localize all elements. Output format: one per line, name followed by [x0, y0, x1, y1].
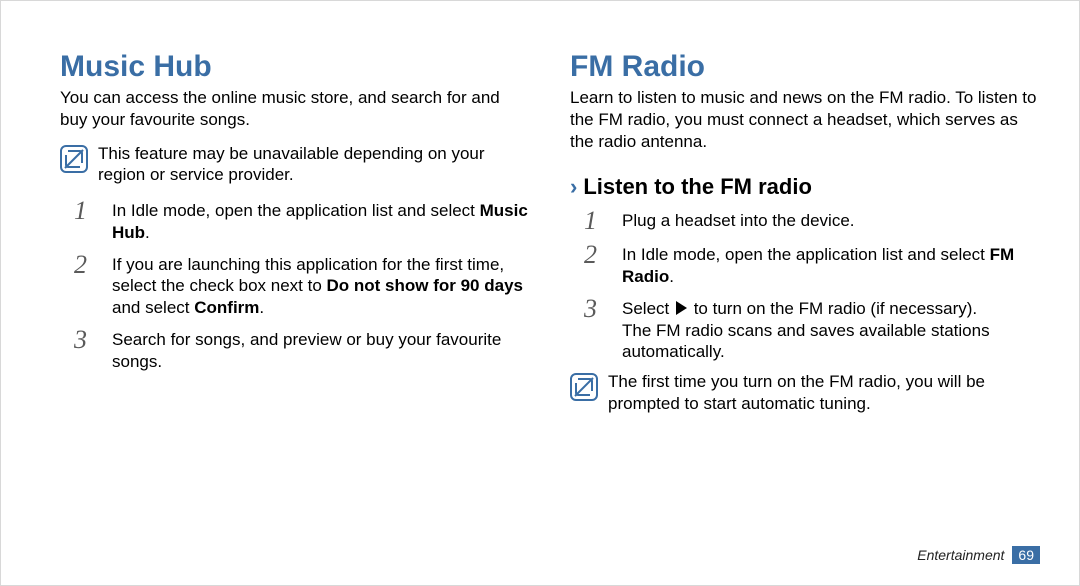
fm-radio-title: FM Radio	[570, 50, 1040, 83]
note-icon	[570, 373, 598, 401]
text: .	[669, 267, 674, 286]
music-hub-note: This feature may be unavailable dependin…	[60, 143, 530, 187]
chevron-right-icon: ›	[570, 176, 577, 198]
step-number: 2	[60, 252, 98, 278]
music-hub-intro: You can access the online music store, a…	[60, 87, 530, 131]
note-icon	[60, 145, 88, 173]
text: Select	[622, 299, 674, 318]
text: .	[259, 298, 264, 317]
text: In Idle mode, open the application list …	[112, 201, 480, 220]
fm-radio-step-2: 2 In Idle mode, open the application lis…	[570, 242, 1040, 288]
step-text: In Idle mode, open the application list …	[112, 198, 530, 244]
page-footer: Entertainment 69	[917, 546, 1040, 564]
footer-category: Entertainment	[917, 547, 1004, 563]
manual-page: Music Hub You can access the online musi…	[0, 0, 1080, 586]
music-hub-step-1: 1 In Idle mode, open the application lis…	[60, 198, 530, 244]
music-hub-step-3: 3 Search for songs, and preview or buy y…	[60, 327, 530, 373]
step-text: If you are launching this application fo…	[112, 252, 530, 319]
fm-radio-intro: Learn to listen to music and news on the…	[570, 87, 1040, 152]
fm-radio-step-1: 1 Plug a headset into the device.	[570, 208, 1040, 234]
fm-radio-note: The first time you turn on the FM radio,…	[570, 371, 1040, 415]
step-number: 1	[60, 198, 98, 224]
step-text: Search for songs, and preview or buy you…	[112, 327, 530, 373]
subheading-text: Listen to the FM radio	[583, 174, 812, 200]
music-hub-step-2: 2 If you are launching this application …	[60, 252, 530, 319]
text: The FM radio scans and saves available s…	[622, 321, 990, 362]
left-column: Music Hub You can access the online musi…	[60, 50, 530, 556]
step-text: Plug a headset into the device.	[622, 208, 855, 232]
step-number: 3	[60, 327, 98, 353]
text: Search for songs, and preview or buy you…	[112, 330, 501, 371]
step-number: 2	[570, 242, 608, 268]
play-icon	[676, 301, 687, 315]
step-number: 1	[570, 208, 608, 234]
fm-radio-step-3: 3 Select to turn on the FM radio (if nec…	[570, 296, 1040, 363]
step-number: 3	[570, 296, 608, 322]
footer-page-number: 69	[1012, 546, 1040, 564]
bold-text: Do not show for 90 days	[327, 276, 523, 295]
step-text: In Idle mode, open the application list …	[622, 242, 1040, 288]
text: Plug a headset into the device.	[622, 211, 855, 230]
text: to turn on the FM radio (if necessary).	[689, 299, 977, 318]
music-hub-title: Music Hub	[60, 50, 530, 83]
step-text: Select to turn on the FM radio (if neces…	[622, 296, 1040, 363]
right-column: FM Radio Learn to listen to music and ne…	[570, 50, 1040, 556]
music-hub-note-text: This feature may be unavailable dependin…	[98, 143, 530, 187]
bold-text: Confirm	[194, 298, 259, 317]
fm-radio-note-text: The first time you turn on the FM radio,…	[608, 371, 1040, 415]
fm-radio-subheading: › Listen to the FM radio	[570, 174, 1040, 200]
text: .	[145, 223, 150, 242]
text: In Idle mode, open the application list …	[622, 245, 990, 264]
text: and select	[112, 298, 194, 317]
